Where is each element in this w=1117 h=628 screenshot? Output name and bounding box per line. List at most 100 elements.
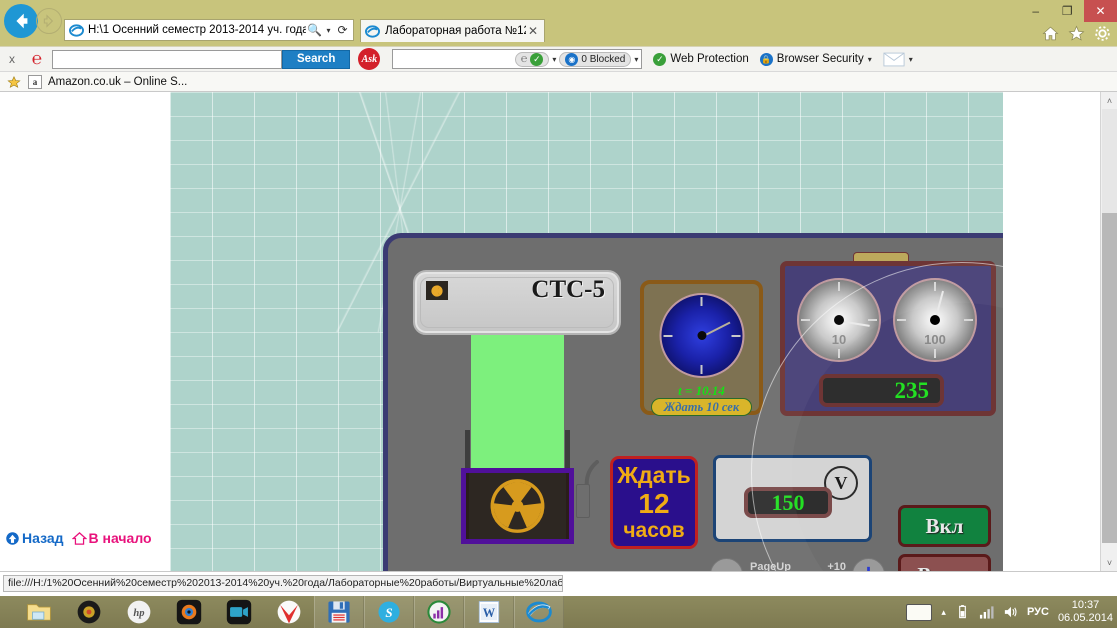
taskbar-item-stats[interactable] xyxy=(414,596,464,628)
chevron-down-icon[interactable]: ▾ xyxy=(552,55,556,64)
forward-arrow-icon xyxy=(43,14,54,28)
wait-10-sec-button[interactable]: Ждать 10 сек xyxy=(651,398,752,416)
taskbar-item-cd-burner[interactable] xyxy=(64,596,114,628)
scrollbar-thumb[interactable] xyxy=(1102,213,1117,543)
counter-dial-10-label: 10 xyxy=(831,332,847,347)
page-nav-links: Назад В начало xyxy=(5,530,152,546)
avast-search-field[interactable]: ℮ ✓ ▾ ◉ 0 Blocked ▾ xyxy=(392,49,643,69)
page-scrollbar[interactable]: ˄ ˅ xyxy=(1100,92,1117,571)
lock-icon: 🔒 xyxy=(759,52,773,66)
taskbar-item-word[interactable]: W xyxy=(464,596,514,628)
keyboard-icon[interactable] xyxy=(906,603,933,621)
show-hidden-icons-button[interactable]: ▴ xyxy=(941,607,946,618)
forward-button[interactable] xyxy=(36,8,62,34)
chevron-down-icon[interactable]: ▾ xyxy=(634,55,638,64)
radiation-icon xyxy=(431,284,443,297)
clock[interactable]: 10:37 06.05.2014 xyxy=(1058,599,1113,625)
close-button[interactable]: ✕ xyxy=(1084,0,1117,22)
taskbar-item-photo-viewer[interactable] xyxy=(164,596,214,628)
taskbar-item-yandex-browser[interactable] xyxy=(264,596,314,628)
volume-icon[interactable] xyxy=(1003,604,1018,620)
address-bar[interactable]: H:\1 Осенний семестр 2013-2014 уч. года\… xyxy=(64,19,354,41)
home-icon[interactable] xyxy=(1042,25,1059,42)
radiation-trefoil-icon xyxy=(468,473,567,539)
minimize-button[interactable]: – xyxy=(1021,0,1051,22)
browser-security-button[interactable]: 🔒 Browser Security ▾ xyxy=(759,52,872,66)
mail-button[interactable]: ▾ xyxy=(883,52,913,67)
battery-icon[interactable] xyxy=(955,604,970,620)
language-indicator[interactable]: РУС xyxy=(1027,606,1049,618)
hp-icon: hp xyxy=(127,600,151,624)
wait-12-hours-button[interactable]: Ждать 12 часов xyxy=(610,456,698,549)
taskbar-item-save-app[interactable] xyxy=(314,596,364,628)
save-floppy-icon xyxy=(328,601,350,623)
tab-lab-work-12[interactable]: Лабораторная работа №12 ✕ xyxy=(360,19,545,42)
voltmeter-panel: V 150 xyxy=(713,455,872,542)
blocked-counter-pill[interactable]: ◉ 0 Blocked xyxy=(559,51,632,67)
plus-icon xyxy=(867,566,870,571)
ask-badge-icon[interactable]: Ask xyxy=(358,48,381,70)
network-icon[interactable] xyxy=(979,604,994,620)
nav-home-label: В начало xyxy=(88,530,152,546)
chevron-down-icon[interactable]: ▾ xyxy=(909,55,913,64)
dial-tick xyxy=(964,319,973,321)
radiation-source-box[interactable] xyxy=(461,468,574,544)
counter-dial-100: 100 xyxy=(893,278,977,362)
dial-tick xyxy=(700,297,703,306)
timer-value: t = 10.14 xyxy=(678,383,725,398)
star-icon[interactable] xyxy=(1068,25,1085,42)
refresh-icon[interactable]: ⟳ xyxy=(334,23,351,37)
close-icon[interactable]: ✕ xyxy=(526,24,540,38)
taskbar-item-skype[interactable]: S xyxy=(364,596,414,628)
nav-home-link[interactable]: В начало xyxy=(71,530,152,546)
taskbar-item-internet-explorer[interactable] xyxy=(514,596,564,628)
nav-back-link[interactable]: Назад xyxy=(5,530,64,546)
detector-leg-left xyxy=(465,430,470,468)
restore-button[interactable]: ❐ xyxy=(1051,0,1085,22)
avast-status-pill[interactable]: ℮ ✓ xyxy=(514,51,550,67)
scrollbar-upper-region[interactable] xyxy=(1102,109,1117,213)
favorite-item-amazon[interactable]: Amazon.co.uk – Online S... xyxy=(48,76,187,88)
ask-search-input[interactable] xyxy=(52,49,282,69)
detector-column xyxy=(471,335,564,468)
stats-icon xyxy=(427,600,451,624)
ask-search-button[interactable]: Search xyxy=(282,49,351,69)
web-protection-button[interactable]: ✓ Web Protection xyxy=(653,52,749,66)
favorites-bar: a Amazon.co.uk – Online S... xyxy=(0,72,1117,92)
dial-hub xyxy=(930,315,940,325)
scroll-down-icon[interactable]: ˅ xyxy=(1101,554,1117,571)
yandex-browser-icon xyxy=(277,600,301,624)
web-protection-label: Web Protection xyxy=(670,53,749,65)
title-bar: H:\1 Осенний семестр 2013-2014 уч. года\… xyxy=(0,0,1117,46)
page-background: CTC-5 t = 10.14 Ждать 10 сек 10 100 235 … xyxy=(170,92,1003,571)
chevron-down-icon[interactable]: ▾ xyxy=(323,26,334,35)
detector-leg-right xyxy=(565,430,570,468)
chevron-down-icon[interactable]: ▾ xyxy=(868,55,872,64)
power-buttons: Вкл Выкл xyxy=(898,505,991,571)
taskbar-item-file-explorer[interactable] xyxy=(14,596,64,628)
back-button[interactable] xyxy=(4,4,38,38)
check-icon: ✓ xyxy=(653,52,667,66)
toolbar-close-button[interactable]: x xyxy=(0,52,24,66)
power-off-button[interactable]: Выкл xyxy=(898,554,991,571)
increase-voltage-button[interactable] xyxy=(852,558,885,571)
word-icon: W xyxy=(478,601,500,623)
source-lever-handle[interactable] xyxy=(576,484,590,518)
screen: H:\1 Осенний семестр 2013-2014 уч. года\… xyxy=(0,0,1117,628)
power-on-button[interactable]: Вкл xyxy=(898,505,991,547)
skype-icon: S xyxy=(378,601,400,623)
decrease-voltage-button[interactable] xyxy=(710,558,743,571)
scroll-up-icon[interactable]: ˄ xyxy=(1101,92,1117,109)
minus-icon xyxy=(715,563,738,571)
wait-button-line3: часов xyxy=(623,519,685,543)
avast-logo-icon: ℮ xyxy=(520,53,528,65)
favorites-star-icon[interactable] xyxy=(6,75,22,89)
gear-icon[interactable] xyxy=(1094,25,1111,42)
detector-label: CTC-5 xyxy=(531,276,605,303)
counter-dial-100-label: 100 xyxy=(924,332,946,347)
dial-tick xyxy=(801,319,810,321)
timer-module: t = 10.14 Ждать 10 сек xyxy=(640,280,763,416)
taskbar-item-video-recorder[interactable] xyxy=(214,596,264,628)
taskbar-item-hp[interactable]: hp xyxy=(114,596,164,628)
search-icon[interactable]: 🔍 xyxy=(306,23,323,37)
